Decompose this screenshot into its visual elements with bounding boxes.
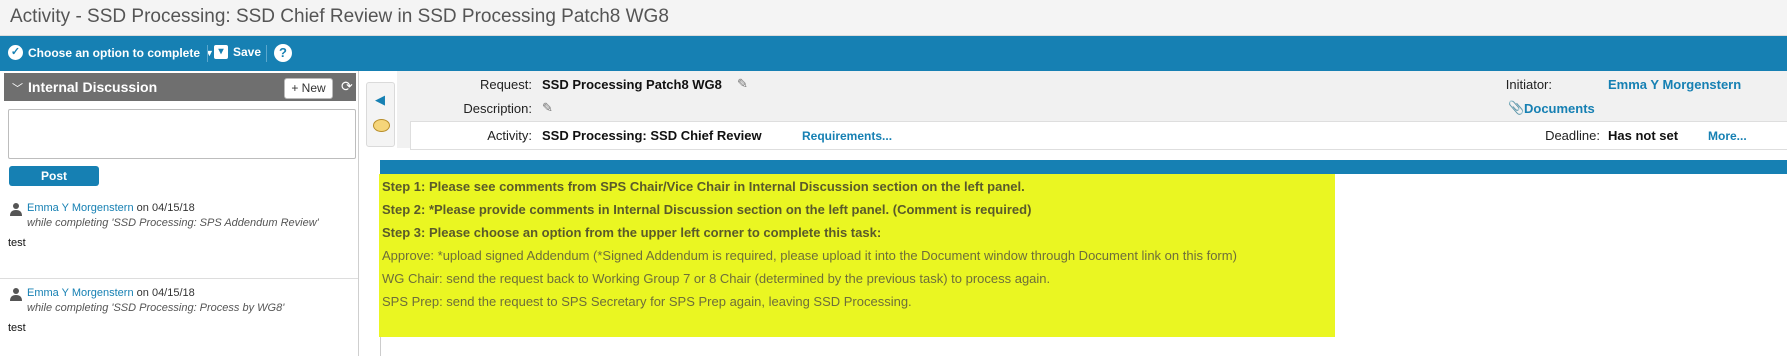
instruction-line: Step 3: Please choose an option from the… — [382, 225, 882, 240]
choose-option-dropdown[interactable]: ✓ Choose an option to complete ▼ — [8, 45, 214, 60]
collapse-left-icon[interactable]: ◀ — [375, 92, 385, 108]
save-label: Save — [233, 45, 262, 59]
toolbar-divider — [207, 45, 208, 62]
list-item: Emma Y Morgenstern on 04/15/18 while com… — [0, 198, 358, 288]
comment-input[interactable] — [8, 109, 356, 159]
deadline-label: Deadline: — [1545, 128, 1600, 143]
comment-text: test — [8, 322, 26, 334]
side-tab-strip: ◀ — [366, 82, 395, 147]
initiator-label: Initiator: — [1505, 77, 1552, 92]
edit-description-pencil-icon[interactable]: ✎ — [542, 100, 553, 116]
save-icon: ▾ — [214, 45, 228, 59]
description-label: Description: — [463, 101, 532, 116]
activity-label: Activity: — [487, 128, 532, 143]
request-value: SSD Processing Patch8 WG8 — [542, 77, 722, 92]
choose-option-label: Choose an option to complete — [28, 45, 201, 60]
save-button[interactable]: ▾ Save — [214, 45, 261, 59]
discussion-panel: ﹀ Internal Discussion + New ⟳ Post Emma … — [0, 71, 359, 356]
comment-author-link[interactable]: Emma Y Morgenstern — [27, 287, 134, 299]
collapse-chevron-icon[interactable]: ﹀ — [12, 80, 23, 96]
post-button[interactable]: Post — [9, 166, 99, 186]
comment-author-row: Emma Y Morgenstern on 04/15/18 — [27, 287, 195, 299]
user-icon — [10, 203, 22, 216]
comment-author-link[interactable]: Emma Y Morgenstern — [27, 202, 134, 214]
instruction-line: WG Chair: send the request back to Worki… — [382, 271, 1051, 286]
instruction-line: Approve: *upload signed Addendum (*Signe… — [382, 248, 1237, 263]
initiator-link[interactable]: Emma Y Morgenstern — [1608, 77, 1741, 92]
paperclip-icon: 📎 — [1508, 100, 1525, 115]
check-circle-icon: ✓ — [8, 45, 23, 60]
entry-divider — [0, 278, 358, 279]
new-comment-button[interactable]: + New — [284, 78, 333, 99]
requirements-link[interactable]: Requirements... — [802, 129, 892, 143]
discussion-title: Internal Discussion — [28, 79, 158, 95]
comment-date: on 04/15/18 — [136, 202, 195, 214]
user-icon — [10, 288, 22, 301]
toolbar-divider — [266, 45, 267, 62]
instruction-line: Step 2: *Please provide comments in Inte… — [382, 202, 1032, 217]
comment-context: while completing 'SSD Processing: Proces… — [27, 302, 285, 314]
toolbar: ✓ Choose an option to complete ▼ ▾ Save … — [0, 36, 1787, 71]
comment-date: on 04/15/18 — [136, 287, 195, 299]
instruction-line: Step 1: Please see comments from SPS Cha… — [382, 179, 1025, 194]
comment-author-row: Emma Y Morgenstern on 04/15/18 — [27, 202, 195, 214]
comment-context: while completing 'SSD Processing: SPS Ad… — [27, 217, 319, 229]
list-item: Emma Y Morgenstern on 04/15/18 while com… — [0, 283, 358, 353]
window-titlebar: Activity - SSD Processing: SSD Chief Rev… — [0, 0, 1787, 36]
window-title: Activity - SSD Processing: SSD Chief Rev… — [10, 6, 669, 27]
refresh-icon[interactable]: ⟳ — [341, 78, 353, 95]
content-header-bar — [380, 160, 1787, 174]
edit-request-pencil-icon[interactable]: ✎ — [737, 76, 748, 92]
help-button[interactable]: ? — [274, 44, 292, 62]
deadline-value: Has not set — [1608, 128, 1679, 143]
request-label: Request: — [479, 77, 532, 92]
instruction-line: SPS Prep: send the request to SPS Secret… — [382, 294, 912, 309]
comment-text: test — [8, 237, 26, 249]
activity-value: SSD Processing: SSD Chief Review — [542, 128, 762, 143]
chat-bubble-icon[interactable] — [373, 119, 390, 132]
more-link[interactable]: More... — [1708, 129, 1747, 143]
discussion-header: ﹀ Internal Discussion + New ⟳ — [4, 73, 356, 101]
documents-link[interactable]: Documents — [1524, 101, 1595, 116]
